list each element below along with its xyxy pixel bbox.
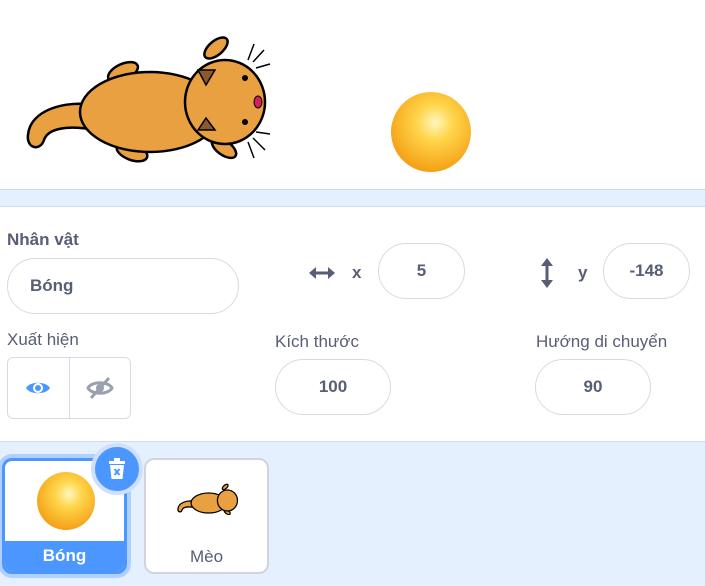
eye-slash-icon [86,376,114,400]
cat-sprite[interactable] [20,30,275,170]
horizontal-arrows-icon [309,267,335,279]
eye-icon [26,382,51,394]
visibility-toggle [7,357,131,419]
vertical-arrows-icon [541,258,553,288]
sprite-info-panel: Nhân vật Bóng x 5 y -148 Xuất hiện Kích … [0,207,705,442]
direction-input[interactable]: 90 [535,359,651,415]
ball-sprite[interactable] [389,90,473,174]
sprite-name-input[interactable]: Bóng [7,258,239,314]
y-position-input[interactable]: -148 [603,243,690,299]
sprite-tile-meo[interactable]: Mèo [144,458,269,574]
stage-divider [0,189,705,207]
sprite-name-label: Nhân vật [7,230,79,249]
sprite-tile-label: Mèo [189,547,224,566]
trash-icon [109,458,125,479]
show-label: Xuất hiện [7,330,79,349]
show-button[interactable] [8,358,69,418]
x-position-input[interactable]: 5 [378,243,465,299]
delete-sprite-button[interactable] [91,443,143,495]
direction-label: Hướng di chuyển [536,332,668,351]
y-label: y [578,263,588,282]
size-label: Kích thước [275,332,359,351]
size-input[interactable]: 100 [275,359,391,415]
sprite-tile-label: Bóng [5,541,124,571]
ball-thumbnail [37,472,95,530]
cat-thumbnail [177,483,239,516]
x-label: x [352,263,362,282]
stage[interactable] [0,0,705,190]
hide-button[interactable] [68,358,131,418]
